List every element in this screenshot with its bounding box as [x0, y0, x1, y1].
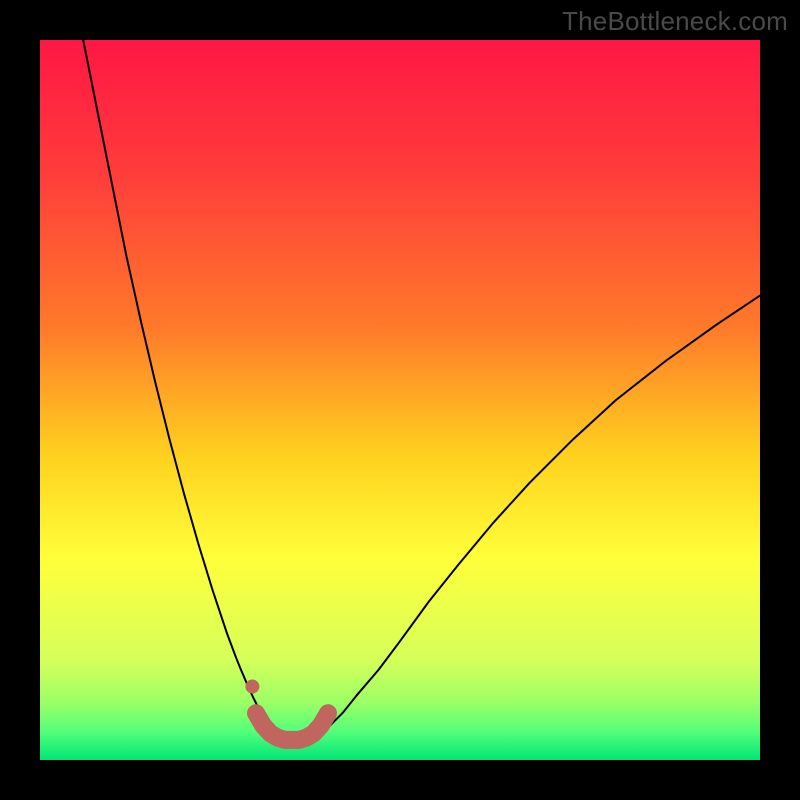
chart-plot-area — [40, 40, 760, 760]
chart-svg — [40, 40, 760, 760]
marker-dot — [245, 680, 259, 694]
outer-frame: TheBottleneck.com — [0, 0, 800, 800]
gradient-background — [40, 40, 760, 760]
watermark-text: TheBottleneck.com — [562, 6, 788, 37]
